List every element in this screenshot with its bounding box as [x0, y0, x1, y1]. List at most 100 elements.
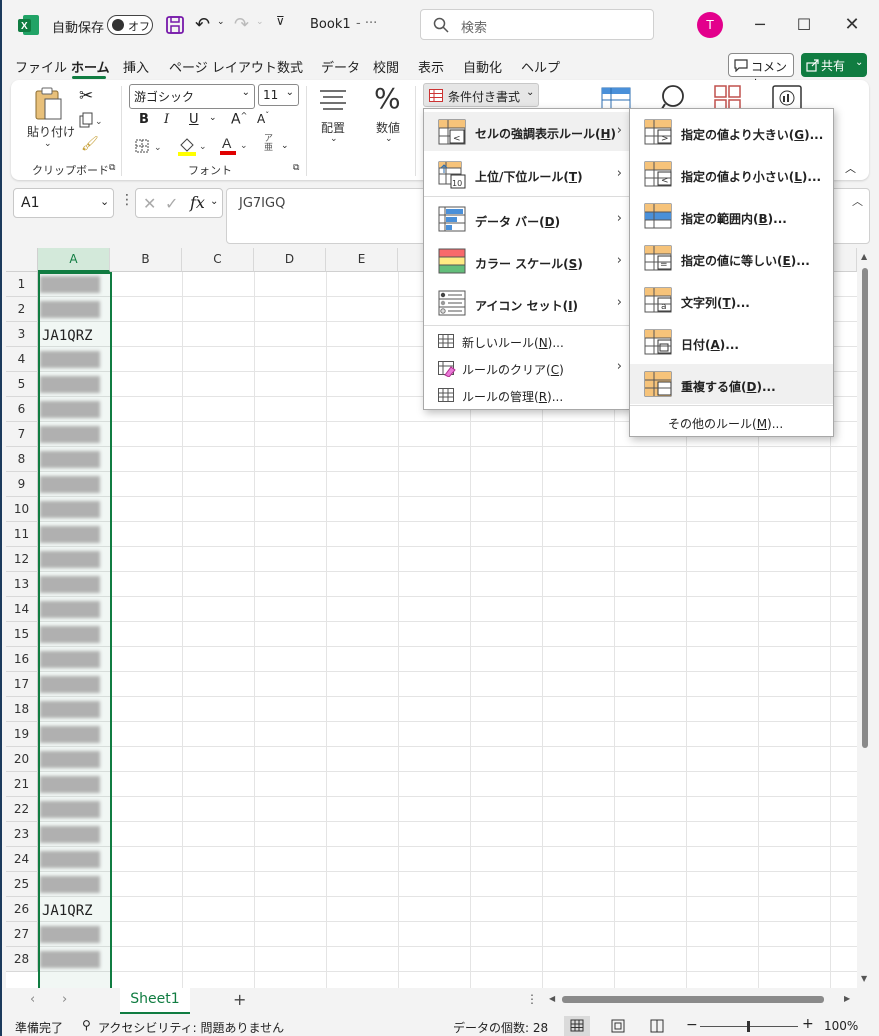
vertical-scroll-thumb[interactable] — [862, 268, 868, 748]
scroll-left-icon[interactable]: ◀ — [549, 994, 555, 1003]
row-header[interactable]: 2 — [6, 297, 38, 322]
menu-item-duplicate-values[interactable]: 重複する値(D)... — [630, 364, 833, 404]
row-header[interactable]: 24 — [6, 847, 38, 872]
accessibility-status[interactable]: アクセシビリティ: 問題ありません — [98, 1019, 284, 1036]
zoom-level[interactable]: 100% — [824, 1019, 858, 1033]
row-header[interactable]: 12 — [6, 547, 38, 572]
row-header[interactable]: 3 — [6, 322, 38, 347]
row-header[interactable]: 26 — [6, 897, 38, 922]
cancel-formula-icon[interactable]: ✕ — [143, 194, 156, 213]
page-layout-view-icon[interactable] — [610, 1018, 626, 1034]
copy-icon[interactable]: ⌄ — [79, 112, 103, 128]
borders-icon[interactable]: ⌄ — [135, 138, 165, 154]
number-format-icon[interactable]: % — [374, 82, 401, 115]
row-header[interactable]: 4 — [6, 347, 38, 372]
font-launcher-icon[interactable]: ⧉ — [293, 163, 299, 173]
save-icon[interactable] — [165, 15, 185, 35]
paste-icon[interactable] — [33, 87, 63, 121]
number-dropdown-icon[interactable]: ⌄ — [385, 134, 393, 144]
row-header[interactable]: 20 — [6, 747, 38, 772]
row-header[interactable]: 11 — [6, 522, 38, 547]
search-box[interactable]: 検索 — [420, 9, 654, 40]
accessibility-icon[interactable]: ⚲ — [82, 1018, 91, 1032]
column-header[interactable]: C — [182, 248, 254, 272]
menu-item-equal-to[interactable]: = 指定の値に等しい(E)... — [630, 238, 833, 278]
file-name-suffix[interactable]: - ··· — [356, 16, 377, 31]
menu-item-data-bars[interactable]: データ バー(D) › — [424, 198, 630, 239]
row-header[interactable]: 15 — [6, 622, 38, 647]
customize-qat-icon[interactable]: ⊽ — [276, 14, 285, 28]
scroll-up-icon[interactable]: ▲ — [861, 252, 867, 261]
menu-item-date-occurring[interactable]: 日付(A)... — [630, 322, 833, 362]
row-header[interactable]: 22 — [6, 797, 38, 822]
share-button[interactable]: 共有 ⌄ — [801, 53, 867, 77]
row-header[interactable]: 16 — [6, 647, 38, 672]
next-sheet-icon[interactable]: › — [62, 992, 67, 1007]
vertical-scrollbar[interactable]: ▲ ▼ — [859, 248, 871, 988]
underline-dropdown-icon[interactable]: ⌄ — [209, 113, 217, 123]
row-header[interactable]: 28 — [6, 947, 38, 972]
clipboard-launcher-icon[interactable]: ⧉ — [109, 163, 115, 173]
minimize-icon[interactable]: ─ — [747, 12, 773, 38]
column-header[interactable]: E — [326, 248, 398, 272]
normal-view-icon[interactable] — [564, 1016, 590, 1036]
tab-file[interactable]: ファイル — [15, 57, 67, 76]
undo-dropdown-icon[interactable]: ⌄ — [217, 17, 225, 27]
maximize-icon[interactable]: ☐ — [791, 12, 817, 38]
row-header[interactable]: 17 — [6, 672, 38, 697]
fill-color-icon[interactable]: ⌄ — [177, 136, 209, 156]
font-name-select[interactable]: 游ゴシック ⌄ — [129, 84, 255, 109]
phonetic-dropdown-icon[interactable]: ⌄ — [281, 141, 289, 151]
function-dropdown-icon[interactable]: ⌄ — [210, 196, 218, 207]
tab-view[interactable]: 表示 — [418, 57, 444, 76]
formula-bar-more-icon[interactable]: ⋮ — [120, 192, 134, 208]
avatar[interactable]: T — [697, 12, 723, 38]
bold-icon[interactable]: B — [139, 112, 149, 127]
menu-item-icon-sets[interactable]: アイコン セット(I) › — [424, 282, 630, 323]
sheet-tab[interactable]: Sheet1 — [120, 988, 190, 1014]
paste-dropdown-icon[interactable]: ⌄ — [44, 139, 52, 149]
row-header[interactable]: 13 — [6, 572, 38, 597]
tab-formulas[interactable]: 数式 — [277, 57, 303, 76]
row-header[interactable]: 8 — [6, 447, 38, 472]
undo-icon[interactable]: ↶ — [195, 14, 210, 35]
format-painter-icon[interactable]: 🖌 — [81, 136, 99, 152]
tab-automate[interactable]: 自動化 — [463, 57, 502, 76]
cut-icon[interactable]: ✂ — [79, 86, 93, 106]
font-color-icon[interactable]: A ⌄ — [219, 135, 251, 155]
row-header[interactable]: 7 — [6, 422, 38, 447]
paste-label[interactable]: 貼り付け — [27, 123, 75, 140]
row-header[interactable]: 23 — [6, 822, 38, 847]
autosave-toggle[interactable]: オフ — [107, 15, 153, 35]
column-header[interactable]: B — [110, 248, 182, 272]
zoom-in-icon[interactable]: + — [802, 1016, 814, 1032]
underline-icon[interactable]: U — [189, 112, 199, 127]
font-size-select[interactable]: 11 ⌄ — [258, 84, 299, 106]
comment-button[interactable]: コメント — [728, 53, 794, 91]
row-header[interactable]: 21 — [6, 772, 38, 797]
redo-icon[interactable]: ↷ — [234, 14, 249, 35]
row-header[interactable]: 5 — [6, 372, 38, 397]
zoom-out-icon[interactable]: − — [686, 1017, 698, 1033]
sheet-bar-more-icon[interactable]: ⋮ — [526, 992, 538, 1006]
row-header[interactable]: 1 — [6, 272, 38, 297]
select-all-corner[interactable] — [6, 248, 38, 272]
row-header[interactable]: 25 — [6, 872, 38, 897]
alignment-dropdown-icon[interactable]: ⌄ — [330, 134, 338, 144]
row-header[interactable]: 14 — [6, 597, 38, 622]
row-header[interactable]: 19 — [6, 722, 38, 747]
zoom-slider-thumb[interactable] — [747, 1021, 750, 1032]
row-header[interactable]: 10 — [6, 497, 38, 522]
menu-item-manage-rules[interactable]: ルールの管理(R)... — [424, 383, 630, 409]
decrease-font-icon[interactable]: Aˇ — [257, 111, 269, 126]
menu-item-less-than[interactable]: < 指定の値より小さい(L)... — [630, 154, 833, 194]
menu-item-highlight-rules[interactable]: < セルの強調表示ルール(H) › — [424, 112, 630, 151]
menu-item-between[interactable]: 指定の範囲内(B)... — [630, 196, 833, 236]
menu-item-top-bottom-rules[interactable]: 10 上位/下位ルール(T) › — [424, 154, 630, 194]
tab-home[interactable]: ホーム — [71, 57, 110, 76]
horizontal-scroll-thumb[interactable] — [562, 996, 824, 1003]
collapse-ribbon-icon[interactable]: ︿ — [845, 160, 856, 176]
phonetic-icon[interactable]: ア亜 — [264, 135, 273, 153]
tab-help[interactable]: ヘルプ — [521, 57, 560, 76]
tab-data[interactable]: データ — [321, 57, 360, 76]
